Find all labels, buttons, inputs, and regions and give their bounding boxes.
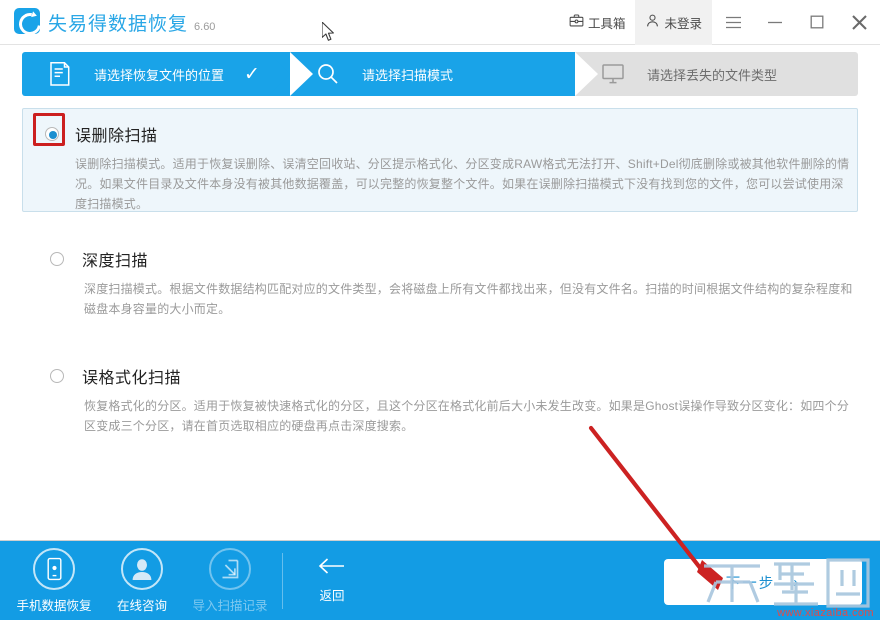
import-record-icon: [209, 547, 251, 590]
option-deep-scan-radio[interactable]: [50, 252, 64, 266]
option-format-scan-title: 误格式化扫描: [82, 370, 182, 387]
minimize-icon[interactable]: [754, 0, 796, 45]
mouse-cursor: [322, 22, 334, 41]
import-scan-record-label: 导入扫描记录: [192, 598, 268, 613]
online-consult-button[interactable]: 在线咨询: [98, 541, 186, 620]
mobile-phone-icon: [33, 547, 75, 590]
hamburger-icon[interactable]: [712, 0, 754, 45]
option-deep-scan-desc: 深度扫描模式。根据文件数据结构匹配对应的文件类型，会将磁盘上所有文件都找出来，但…: [84, 282, 853, 316]
option-format-scan[interactable]: 误格式化扫描 恢复格式化的分区。适用于恢复被快速格式化的分区，且这个分区在格式化…: [22, 351, 858, 440]
user-icon: [645, 13, 660, 31]
online-consult-label: 在线咨询: [116, 598, 167, 613]
maximize-icon[interactable]: [796, 0, 838, 45]
app-window: 失易得数据恢复 6.60 工具箱 未登录 请选择恢复文件的位置 ✓ 请选择扫描模…: [0, 0, 880, 620]
toolbox-label: 工具箱: [587, 16, 626, 31]
option-format-scan-radio[interactable]: [50, 369, 64, 383]
chevron-right-icon: ›: [793, 573, 801, 591]
step-navigation: 请选择恢复文件的位置 ✓ 请选择扫描模式 请选择丢失的文件类型: [22, 52, 858, 96]
step-select-file-type-label: 请选择丢失的文件类型: [647, 67, 778, 83]
bottom-divider: [282, 552, 283, 609]
mobile-recovery-label: 手机数据恢复: [16, 598, 92, 613]
login-button[interactable]: 未登录: [635, 0, 712, 45]
toolbox-button[interactable]: 工具箱: [559, 0, 636, 45]
mobile-recovery-button[interactable]: 手机数据恢复: [10, 541, 98, 620]
close-icon[interactable]: [838, 0, 880, 45]
left-arrow-icon: [318, 557, 346, 579]
option-format-scan-desc: 恢复格式化的分区。适用于恢复被快速格式化的分区，且这个分区在格式化前后大小未发生…: [84, 399, 850, 433]
option-deep-scan[interactable]: 深度扫描 深度扫描模式。根据文件数据结构匹配对应的文件类型，会将磁盘上所有文件都…: [22, 234, 858, 323]
scan-mode-options: 误删除扫描 误删除扫描模式。适用于恢复误删除、误清空回收站、分区提示格式化、分区…: [22, 108, 858, 440]
option-deep-scan-title: 深度扫描: [82, 253, 149, 270]
title-bar: 失易得数据恢复 6.60 工具箱 未登录: [0, 0, 880, 45]
step-select-location[interactable]: 请选择恢复文件的位置 ✓: [22, 52, 290, 96]
next-step-button[interactable]: 下一步 ›: [664, 559, 862, 605]
import-scan-record-button[interactable]: 导入扫描记录: [186, 541, 274, 620]
step-done-check-icon: ✓: [244, 63, 260, 85]
search-icon: [316, 62, 350, 86]
bottom-toolbar: 手机数据恢复 在线咨询 导入扫描记录 返回 下一步 ›: [0, 540, 880, 620]
option-deep-scan-head: 深度扫描: [22, 246, 858, 272]
app-version: 6.60: [194, 21, 216, 33]
back-label: 返回: [319, 589, 345, 603]
option-delete-scan-desc: 误删除扫描模式。适用于恢复误删除、误清空回收站、分区提示格式化、分区变成RAW格…: [75, 157, 850, 211]
app-title: 失易得数据恢复: [48, 14, 189, 35]
brand: 失易得数据恢复 6.60: [0, 8, 215, 36]
document-icon: [48, 61, 82, 87]
option-delete-scan-head: 误删除扫描: [23, 121, 857, 147]
step-select-scan-mode-label: 请选择扫描模式: [362, 67, 454, 83]
step-select-location-label: 请选择恢复文件的位置: [94, 67, 225, 83]
person-avatar-icon: [121, 547, 163, 590]
back-button[interactable]: 返回: [305, 557, 359, 604]
option-delete-scan-title: 误删除扫描: [75, 128, 158, 145]
annotation-redbox: [33, 113, 65, 146]
toolbox-icon: [569, 13, 584, 31]
option-delete-scan[interactable]: 误删除扫描 误删除扫描模式。适用于恢复误删除、误清空回收站、分区提示格式化、分区…: [22, 108, 858, 212]
login-label: 未登录: [664, 16, 702, 31]
step-select-file-type[interactable]: 请选择丢失的文件类型: [575, 52, 858, 96]
app-logo-icon: [14, 8, 40, 34]
step-select-scan-mode[interactable]: 请选择扫描模式: [290, 52, 575, 96]
monitor-icon: [601, 63, 635, 85]
next-step-label: 下一步: [725, 575, 776, 592]
watermark-url: www.xiazaiba.com: [777, 607, 874, 619]
titlebar-actions: 工具箱 未登录: [559, 0, 880, 45]
option-format-scan-head: 误格式化扫描: [22, 363, 858, 389]
